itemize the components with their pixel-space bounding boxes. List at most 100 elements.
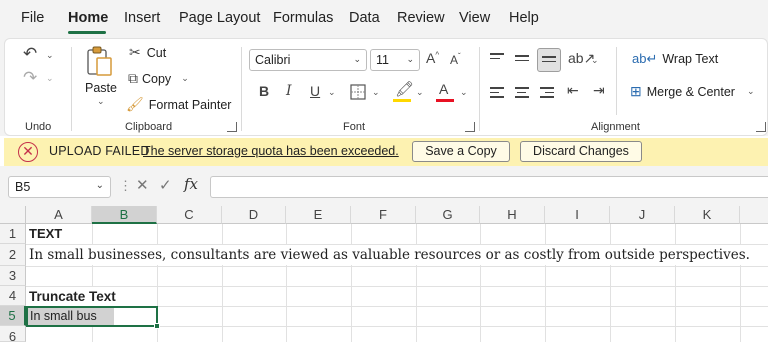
font-size-select[interactable]: 11 ⌄ (370, 49, 420, 71)
menu-home[interactable]: Home (68, 10, 108, 26)
clipboard-launcher-icon[interactable] (227, 122, 237, 132)
paste-label: Paste (85, 81, 117, 95)
upload-failed-bar: ✕ UPLOAD FAILED The server storage quota… (4, 138, 768, 166)
chevron-down-icon: ⌄ (95, 180, 104, 191)
align-center-icon[interactable] (515, 87, 529, 98)
redo-dropdown-icon[interactable]: ⌄ (46, 73, 54, 84)
column-header-b[interactable]: B (92, 206, 157, 224)
undo-group-label: Undo (25, 121, 52, 133)
menu-page-layout[interactable]: Page Layout (179, 10, 260, 26)
increase-font-size-icon[interactable]: A^ (426, 51, 439, 65)
group-separator (71, 47, 72, 131)
copy-dropdown-icon[interactable]: ⌄ (181, 73, 189, 84)
save-copy-button[interactable]: Save a Copy (412, 141, 510, 162)
increase-indent-icon[interactable]: ⇥ (593, 83, 605, 97)
row-header-4[interactable]: 4 (0, 286, 26, 306)
column-header-k[interactable]: K (675, 206, 740, 224)
group-separator (241, 47, 242, 131)
column-header-i[interactable]: I (545, 206, 610, 224)
gridline (26, 266, 768, 267)
column-header-g[interactable]: G (416, 206, 480, 224)
undo-dropdown-icon[interactable]: ⌄ (46, 50, 54, 61)
name-box[interactable]: B5 ⌄ (8, 176, 111, 198)
copy-icon: ⧉ (128, 70, 138, 86)
alignment-launcher-icon[interactable] (756, 122, 766, 132)
format-painter-label: Format Painter (148, 97, 232, 112)
font-family-value: Calibri (255, 53, 291, 67)
menu-file[interactable]: File (21, 10, 44, 26)
paste-button[interactable]: Paste ⌄ (81, 43, 119, 106)
decrease-font-size-icon[interactable]: Aˇ (450, 53, 461, 67)
align-top-icon[interactable] (490, 53, 504, 64)
more-options-icon[interactable]: ⋮ (119, 178, 132, 194)
gridline (286, 224, 287, 342)
wrap-text-button[interactable]: ab↵ Wrap Text (632, 51, 718, 67)
font-size-value: 11 (376, 53, 389, 67)
row-header-2[interactable]: 2 (0, 244, 26, 266)
merge-center-button[interactable]: ⊞ Merge & Center ⌄ (630, 83, 755, 100)
borders-dropdown-icon[interactable]: ⌄ (372, 87, 380, 98)
menu-review[interactable]: Review (397, 10, 445, 26)
bold-icon[interactable]: B (259, 84, 269, 98)
font-color-icon[interactable]: A (439, 82, 448, 96)
fill-handle[interactable] (154, 323, 160, 329)
cut-label: Cut (146, 45, 167, 60)
menu-view[interactable]: View (459, 10, 490, 26)
select-all-corner[interactable] (0, 206, 26, 224)
menu-help[interactable]: Help (509, 10, 539, 26)
row-header-5[interactable]: 5 (0, 306, 26, 326)
paste-dropdown-icon[interactable]: ⌄ (97, 96, 105, 107)
italic-icon[interactable]: I (286, 84, 292, 98)
font-color-dropdown-icon[interactable]: ⌄ (460, 87, 468, 98)
gridline (480, 224, 481, 342)
discard-changes-button[interactable]: Discard Changes (520, 141, 642, 162)
column-header-j[interactable]: J (610, 206, 675, 224)
column-header-h[interactable]: H (480, 206, 545, 224)
column-header-l[interactable] (740, 206, 768, 224)
cell-a5-selection[interactable]: In small bus (26, 306, 158, 327)
column-header-f[interactable]: F (351, 206, 416, 224)
underline-dropdown-icon[interactable]: ⌄ (328, 87, 336, 98)
row-header-1[interactable]: 1 (0, 224, 26, 244)
row-header-6[interactable]: 6 (0, 326, 26, 342)
align-middle-icon[interactable] (515, 55, 529, 66)
cell-a5: In small bus (30, 309, 97, 323)
column-header-e[interactable]: E (286, 206, 351, 224)
cut-button[interactable]: ✂ Cut (129, 44, 166, 61)
menu-formulas[interactable]: Formulas (273, 10, 333, 26)
chevron-down-icon: ⌄ (406, 54, 414, 64)
fill-color-dropdown-icon[interactable]: ⌄ (416, 87, 424, 98)
menu-data[interactable]: Data (349, 10, 380, 26)
cell-a4[interactable]: Truncate Text (29, 287, 116, 307)
alignment-group-label: Alignment (591, 121, 640, 133)
column-header-a[interactable]: A (26, 206, 92, 224)
align-left-icon[interactable] (490, 87, 504, 98)
underline-icon[interactable]: U (310, 84, 320, 98)
undo-icon[interactable]: ↶ (23, 45, 37, 62)
orientation-dropdown-icon[interactable]: ⌄ (591, 55, 599, 66)
copy-button[interactable]: ⧉ Copy ⌄ (128, 70, 189, 87)
font-launcher-icon[interactable] (465, 122, 475, 132)
formula-input[interactable] (210, 176, 768, 198)
enter-formula-icon[interactable]: ✓ (159, 176, 172, 194)
cell-a1[interactable]: TEXT (29, 224, 67, 244)
column-header-c[interactable]: C (157, 206, 222, 224)
borders-icon[interactable] (350, 84, 366, 100)
cell-a2[interactable]: In small businesses, consultants are vie… (29, 245, 750, 265)
group-separator (616, 47, 617, 115)
decrease-indent-icon[interactable]: ⇤ (567, 83, 579, 97)
merge-dropdown-icon[interactable]: ⌄ (747, 86, 755, 97)
font-family-select[interactable]: Calibri ⌄ (249, 49, 367, 71)
merge-center-icon: ⊞ (630, 83, 642, 99)
row-header-3[interactable]: 3 (0, 266, 26, 286)
fill-color-icon[interactable]: 🖍 (395, 82, 414, 97)
menu-insert[interactable]: Insert (124, 10, 160, 26)
paste-icon (87, 46, 112, 76)
column-header-d[interactable]: D (222, 206, 286, 224)
redo-icon[interactable]: ↷ (23, 69, 37, 86)
notification-message[interactable]: The server storage quota has been exceed… (143, 144, 399, 158)
format-painter-button[interactable]: 🖌 Format Painter (126, 96, 231, 113)
align-right-icon[interactable] (540, 87, 554, 98)
insert-function-icon[interactable]: fx (184, 175, 198, 193)
cancel-formula-icon[interactable]: ✕ (136, 176, 149, 194)
